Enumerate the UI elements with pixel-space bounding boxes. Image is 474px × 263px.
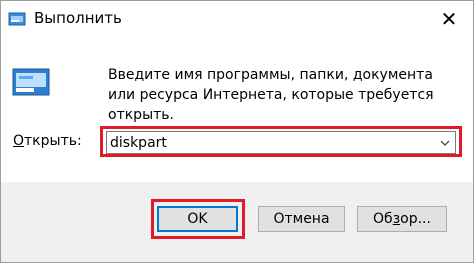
title-bar: Выполнить ✕ (1, 1, 473, 37)
window-title: Выполнить (34, 9, 122, 27)
dialog-content: Введите имя программы, папки, документа … (1, 37, 473, 182)
open-label-rest: ткрыть: (24, 133, 82, 149)
cancel-button[interactable]: Отмена (258, 206, 345, 232)
run-dialog-icon (12, 68, 50, 96)
input-highlight-frame (100, 126, 462, 157)
browse-label-post: ор... (400, 211, 431, 227)
open-label: Открыть: (13, 133, 82, 149)
ok-highlight-frame (151, 199, 245, 239)
browse-button[interactable]: Об з ор... (357, 206, 447, 232)
browse-label-pre: Об (373, 211, 393, 227)
open-label-mnemonic: О (13, 133, 25, 149)
description-text: Введите имя программы, папки, документа … (108, 67, 434, 123)
browse-label-mnemonic: з (392, 211, 401, 227)
run-app-icon (8, 12, 26, 26)
close-icon[interactable]: ✕ (425, 1, 473, 37)
run-dialog: Выполнить ✕ Введите имя программы, папки… (0, 0, 474, 263)
